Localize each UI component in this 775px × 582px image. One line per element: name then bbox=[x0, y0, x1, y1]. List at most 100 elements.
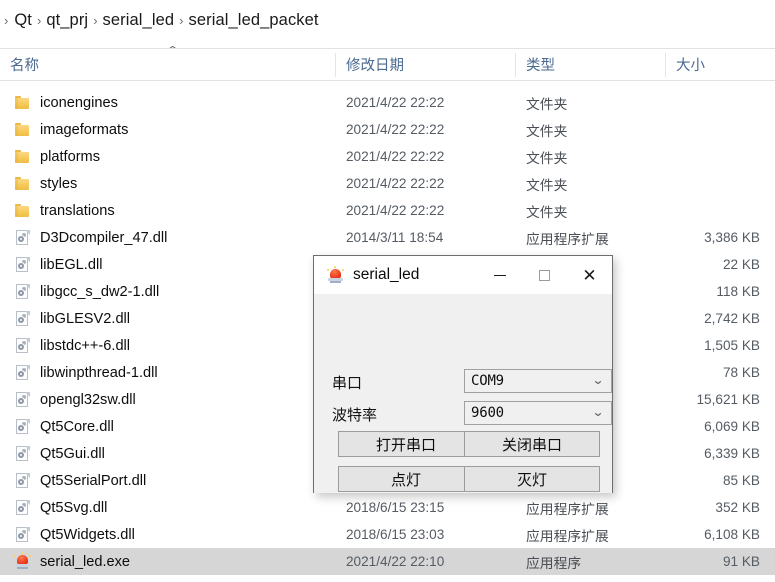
file-name: libstdc++-6.dll bbox=[40, 337, 131, 354]
window-controls: ✕ bbox=[477, 256, 612, 294]
breadcrumb-item-qt-prj[interactable]: qt_prj bbox=[46, 11, 88, 30]
close-serial-port-button[interactable]: 关闭串口 bbox=[464, 431, 600, 457]
file-size-cell bbox=[600, 170, 760, 197]
file-name: iconengines bbox=[40, 94, 118, 111]
file-row[interactable]: iconengines 2021/4/22 22:22 文件夹 bbox=[0, 89, 775, 116]
file-size-cell: 118 KB bbox=[716, 284, 760, 299]
file-name: Qt5Gui.dll bbox=[40, 445, 105, 462]
file-size-cell: 85 KB bbox=[722, 473, 760, 488]
file-row[interactable]: imageformats 2021/4/22 22:22 文件夹 bbox=[0, 116, 775, 143]
file-name-cell[interactable]: imageformats bbox=[0, 116, 330, 143]
dll-file-icon bbox=[14, 310, 31, 327]
close-icon: ✕ bbox=[582, 265, 597, 285]
folder-icon bbox=[14, 175, 31, 192]
file-name: D3Dcompiler_47.dll bbox=[40, 229, 168, 246]
file-name-cell[interactable]: translations bbox=[0, 197, 330, 224]
dialog-title-bar[interactable]: serial_led ✕ bbox=[314, 256, 612, 294]
file-name-cell[interactable]: libstdc++-6.dll bbox=[0, 332, 330, 359]
file-name: libEGL.dll bbox=[40, 256, 103, 273]
file-date-cell: 2021/4/22 22:22 bbox=[346, 176, 445, 191]
baud-rate-label: 波特率 bbox=[332, 406, 378, 424]
baud-rate-select[interactable]: 9600 ⌄ bbox=[464, 401, 612, 425]
file-size-cell bbox=[600, 143, 760, 170]
dll-file-icon bbox=[14, 499, 31, 516]
file-row[interactable]: styles 2021/4/22 22:22 文件夹 bbox=[0, 170, 775, 197]
file-size-cell: 22 KB bbox=[722, 257, 760, 272]
file-name-cell[interactable]: Qt5SerialPort.dll bbox=[0, 467, 330, 494]
file-name: Qt5SerialPort.dll bbox=[40, 472, 147, 489]
dll-file-icon bbox=[14, 364, 31, 381]
file-type-cell: 应用程序扩展 bbox=[526, 501, 609, 517]
light-off-button[interactable]: 灭灯 bbox=[464, 466, 600, 492]
file-name: translations bbox=[40, 202, 115, 219]
breadcrumb-item-serial-led-packet[interactable]: serial_led_packet bbox=[189, 11, 319, 30]
file-name-cell[interactable]: libEGL.dll bbox=[0, 251, 330, 278]
file-name: styles bbox=[40, 175, 78, 192]
file-name: Qt5Widgets.dll bbox=[40, 526, 135, 543]
file-name-cell[interactable]: platforms bbox=[0, 143, 330, 170]
file-row[interactable]: platforms 2021/4/22 22:22 文件夹 bbox=[0, 143, 775, 170]
file-date-cell: 2021/4/22 22:22 bbox=[346, 122, 445, 137]
breadcrumb-chevron-icon: › bbox=[179, 12, 184, 28]
file-name-cell[interactable]: Qt5Gui.dll bbox=[0, 440, 330, 467]
file-size-cell bbox=[600, 197, 760, 224]
dialog-body: 串口 波特率 COM9 ⌄ 9600 ⌄ 打开串口 关闭串口 点灯 灭灯 bbox=[314, 294, 612, 493]
file-type-cell: 文件夹 bbox=[526, 150, 568, 166]
maximize-icon bbox=[539, 269, 550, 281]
light-on-button[interactable]: 点灯 bbox=[338, 466, 474, 492]
folder-icon bbox=[14, 202, 31, 219]
breadcrumb-item-serial-led[interactable]: serial_led bbox=[103, 11, 175, 30]
file-size-cell: 15,621 KB bbox=[696, 392, 761, 407]
column-header-name[interactable]: 名称 bbox=[0, 49, 335, 80]
close-button[interactable]: ✕ bbox=[567, 256, 612, 294]
file-name: platforms bbox=[40, 148, 101, 165]
serial-port-select[interactable]: COM9 ⌄ bbox=[464, 369, 612, 393]
minimize-icon bbox=[493, 274, 506, 276]
file-row[interactable]: translations 2021/4/22 22:22 文件夹 bbox=[0, 197, 775, 224]
open-serial-port-button[interactable]: 打开串口 bbox=[338, 431, 474, 457]
file-name-cell[interactable]: serial_led.exe bbox=[0, 548, 330, 575]
file-name: imageformats bbox=[40, 121, 129, 138]
file-size-cell bbox=[600, 89, 760, 116]
file-size-cell: 6,339 KB bbox=[704, 446, 760, 461]
file-name-cell[interactable]: opengl32sw.dll bbox=[0, 386, 330, 413]
file-name-cell[interactable]: styles bbox=[0, 170, 330, 197]
file-size-cell: 78 KB bbox=[722, 365, 760, 380]
file-name: libwinpthread-1.dll bbox=[40, 364, 158, 381]
file-name-cell[interactable]: libgcc_s_dw2-1.dll bbox=[0, 278, 330, 305]
maximize-button[interactable] bbox=[522, 256, 567, 294]
file-type-cell: 文件夹 bbox=[526, 123, 568, 139]
file-name-cell[interactable]: Qt5Svg.dll bbox=[0, 494, 330, 521]
minimize-button[interactable] bbox=[477, 256, 522, 294]
application-icon bbox=[14, 552, 31, 570]
column-header-date[interactable]: 修改日期 bbox=[336, 49, 515, 80]
dll-file-icon bbox=[14, 391, 31, 408]
breadcrumb-item-qt[interactable]: Qt bbox=[14, 11, 32, 30]
baud-rate-value: 9600 bbox=[471, 405, 504, 421]
file-name: Qt5Core.dll bbox=[40, 418, 114, 435]
file-row[interactable]: D3Dcompiler_47.dll 2014/3/11 18:54 应用程序扩展 3… bbox=[0, 224, 775, 251]
file-name: libGLESV2.dll bbox=[40, 310, 131, 327]
dll-file-icon bbox=[14, 418, 31, 435]
file-name-cell[interactable]: iconengines bbox=[0, 89, 330, 116]
file-type-cell: 应用程序 bbox=[526, 555, 582, 571]
file-date-cell: 2021/4/22 22:22 bbox=[346, 95, 445, 110]
file-name-cell[interactable]: D3Dcompiler_47.dll bbox=[0, 224, 330, 251]
file-date-cell: 2021/4/22 22:22 bbox=[346, 203, 445, 218]
file-size-cell: 2,742 KB bbox=[704, 311, 760, 326]
file-name-cell[interactable]: libwinpthread-1.dll bbox=[0, 359, 330, 386]
column-header-type[interactable]: 类型 bbox=[516, 49, 665, 80]
file-type-cell: 文件夹 bbox=[526, 204, 568, 220]
file-row[interactable]: Qt5Widgets.dll 2018/6/15 23:03 应用程序扩展 6,108… bbox=[0, 521, 775, 548]
file-row[interactable]: Qt5Svg.dll 2018/6/15 23:15 应用程序扩展 352 KB bbox=[0, 494, 775, 521]
file-name-cell[interactable]: libGLESV2.dll bbox=[0, 305, 330, 332]
file-row[interactable]: serial_led.exe 2021/4/22 22:10 应用程序 91 KB bbox=[0, 548, 775, 575]
file-name-cell[interactable]: Qt5Core.dll bbox=[0, 413, 330, 440]
file-size-cell: 1,505 KB bbox=[704, 338, 760, 353]
file-size-cell: 352 KB bbox=[715, 500, 760, 515]
column-header-row: 名称 修改日期 类型 大小 bbox=[0, 48, 775, 81]
file-name-cell[interactable]: Qt5Widgets.dll bbox=[0, 521, 330, 548]
file-name: libgcc_s_dw2-1.dll bbox=[40, 283, 160, 300]
folder-icon bbox=[14, 121, 31, 138]
column-header-size[interactable]: 大小 bbox=[666, 49, 775, 80]
